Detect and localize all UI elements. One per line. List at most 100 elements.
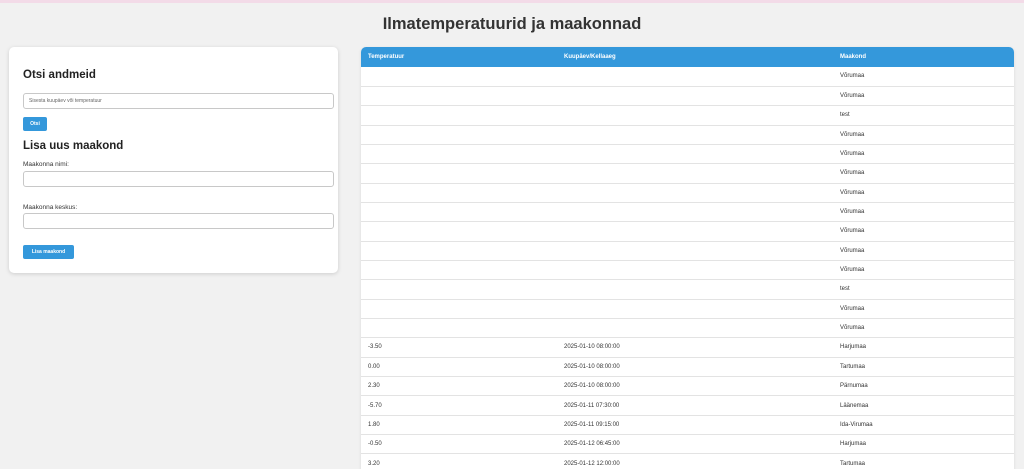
temperature-cell: -5.70 — [361, 395, 557, 416]
table-row: 3.20 2025-01-12 12:00:00 Tartumaa — [361, 453, 1014, 469]
temperature-cell — [361, 221, 557, 242]
table-row: 2.30 2025-01-10 08:00:00 Pärnumaa — [361, 376, 1014, 397]
county-cell: Tartumaa — [833, 453, 1014, 469]
table-row: -3.50 2025-01-10 08:00:00 Harjumaa — [361, 337, 1014, 358]
table-row: -5.70 2025-01-11 07:30:00 Läänemaa — [361, 395, 1014, 416]
datetime-cell — [557, 221, 833, 242]
table-row: 1.80 2025-01-11 09:15:00 Ida-Virumaa — [361, 415, 1014, 436]
table-row: Võrumaa — [361, 260, 1014, 281]
county-name-input[interactable] — [23, 171, 334, 187]
datetime-cell — [557, 144, 833, 165]
temperature-cell — [361, 241, 557, 261]
table-row: Võrumaa — [361, 299, 1014, 319]
search-button[interactable]: Otsi — [23, 117, 47, 131]
temperature-cell — [361, 299, 557, 319]
temperature-table: Temperatuur Kuupäev/Kellaaeg Maakond Võr… — [361, 47, 1014, 469]
table-row: Võrumaa — [361, 163, 1014, 184]
datetime-cell: 2025-01-10 08:00:00 — [557, 357, 833, 378]
temperature-cell: -0.50 — [361, 434, 557, 455]
temperature-cell — [361, 183, 557, 203]
temperature-cell — [361, 86, 557, 107]
datetime-cell: 2025-01-12 06:45:00 — [557, 434, 833, 455]
datetime-cell — [557, 183, 833, 203]
datetime-cell — [557, 202, 833, 223]
county-cell: Võrumaa — [833, 163, 1014, 184]
county-cell: Harjumaa — [833, 434, 1014, 455]
temperature-cell: 1.80 — [361, 415, 557, 436]
datetime-cell: 2025-01-10 08:00:00 — [557, 376, 833, 397]
county-cell: Võrumaa — [833, 144, 1014, 165]
datetime-cell — [557, 279, 833, 300]
county-center-label: Maakonna keskus: — [23, 204, 78, 211]
datetime-cell — [557, 86, 833, 107]
temperature-cell — [361, 202, 557, 223]
table-row: Võrumaa — [361, 202, 1014, 223]
county-cell: test — [833, 279, 1014, 300]
county-name-label: Maakonna nimi: — [23, 161, 69, 168]
datetime-cell — [557, 125, 833, 145]
table-row: 0.00 2025-01-10 08:00:00 Tartumaa — [361, 357, 1014, 378]
table-row: test — [361, 105, 1014, 126]
temperature-cell — [361, 67, 557, 87]
datetime-cell — [557, 299, 833, 319]
county-cell: Harjumaa — [833, 337, 1014, 358]
temperature-cell — [361, 105, 557, 126]
table-row: Võrumaa — [361, 241, 1014, 261]
datetime-cell: 2025-01-10 08:00:00 — [557, 337, 833, 358]
table-header-row: Temperatuur Kuupäev/Kellaaeg Maakond — [361, 47, 1014, 67]
county-cell: Ida-Virumaa — [833, 415, 1014, 436]
county-cell: Võrumaa — [833, 318, 1014, 339]
temperature-table-container: Temperatuur Kuupäev/Kellaaeg Maakond Võr… — [361, 47, 1014, 469]
temperature-cell: 2.30 — [361, 376, 557, 397]
add-county-button[interactable]: Lisa maakond — [23, 245, 74, 259]
county-cell: Võrumaa — [833, 221, 1014, 242]
county-cell: Võrumaa — [833, 202, 1014, 223]
county-cell: Pärnumaa — [833, 376, 1014, 397]
county-cell: Läänemaa — [833, 395, 1014, 416]
temperature-cell: -3.50 — [361, 337, 557, 358]
datetime-cell — [557, 105, 833, 126]
datetime-cell: 2025-01-11 07:30:00 — [557, 395, 833, 416]
temperature-cell — [361, 144, 557, 165]
county-cell: test — [833, 105, 1014, 126]
table-row: Võrumaa — [361, 86, 1014, 107]
search-input[interactable] — [23, 93, 334, 109]
county-cell: Võrumaa — [833, 260, 1014, 281]
search-and-add-panel: Otsi andmeid Otsi Lisa uus maakond Maako… — [9, 47, 338, 273]
page-title: Ilmatemperatuurid ja maakonnad — [382, 15, 642, 33]
county-cell: Võrumaa — [833, 125, 1014, 145]
column-header-datetime: Kuupäev/Kellaaeg — [557, 47, 833, 67]
column-header-temperature: Temperatuur — [361, 47, 557, 67]
temperature-cell — [361, 125, 557, 145]
datetime-cell — [557, 318, 833, 339]
table-row: Võrumaa — [361, 67, 1014, 87]
table-row: Võrumaa — [361, 125, 1014, 145]
datetime-cell — [557, 260, 833, 281]
county-cell: Tartumaa — [833, 357, 1014, 378]
datetime-cell: 2025-01-11 09:15:00 — [557, 415, 833, 436]
table-row: Võrumaa — [361, 318, 1014, 339]
table-row: -0.50 2025-01-12 06:45:00 Harjumaa — [361, 434, 1014, 455]
county-cell: Võrumaa — [833, 299, 1014, 319]
county-center-input[interactable] — [23, 213, 334, 229]
temperature-cell — [361, 163, 557, 184]
datetime-cell — [557, 67, 833, 87]
temperature-cell — [361, 260, 557, 281]
table-body: Võrumaa Võrumaa test Võrumaa Võrumaa Võrumaa V… — [361, 67, 1014, 469]
datetime-cell — [557, 163, 833, 184]
temperature-cell: 3.20 — [361, 453, 557, 469]
column-header-county: Maakond — [833, 47, 1014, 67]
temperature-cell — [361, 318, 557, 339]
county-cell: Võrumaa — [833, 241, 1014, 261]
temperature-cell: 0.00 — [361, 357, 557, 378]
search-section-title: Otsi andmeid — [23, 69, 96, 81]
temperature-cell — [361, 279, 557, 300]
table-row: Võrumaa — [361, 221, 1014, 242]
add-county-section-title: Lisa uus maakond — [23, 140, 124, 152]
datetime-cell: 2025-01-12 12:00:00 — [557, 453, 833, 469]
county-cell: Võrumaa — [833, 67, 1014, 87]
county-cell: Võrumaa — [833, 86, 1014, 107]
county-cell: Võrumaa — [833, 183, 1014, 203]
datetime-cell — [557, 241, 833, 261]
table-row: Võrumaa — [361, 183, 1014, 203]
